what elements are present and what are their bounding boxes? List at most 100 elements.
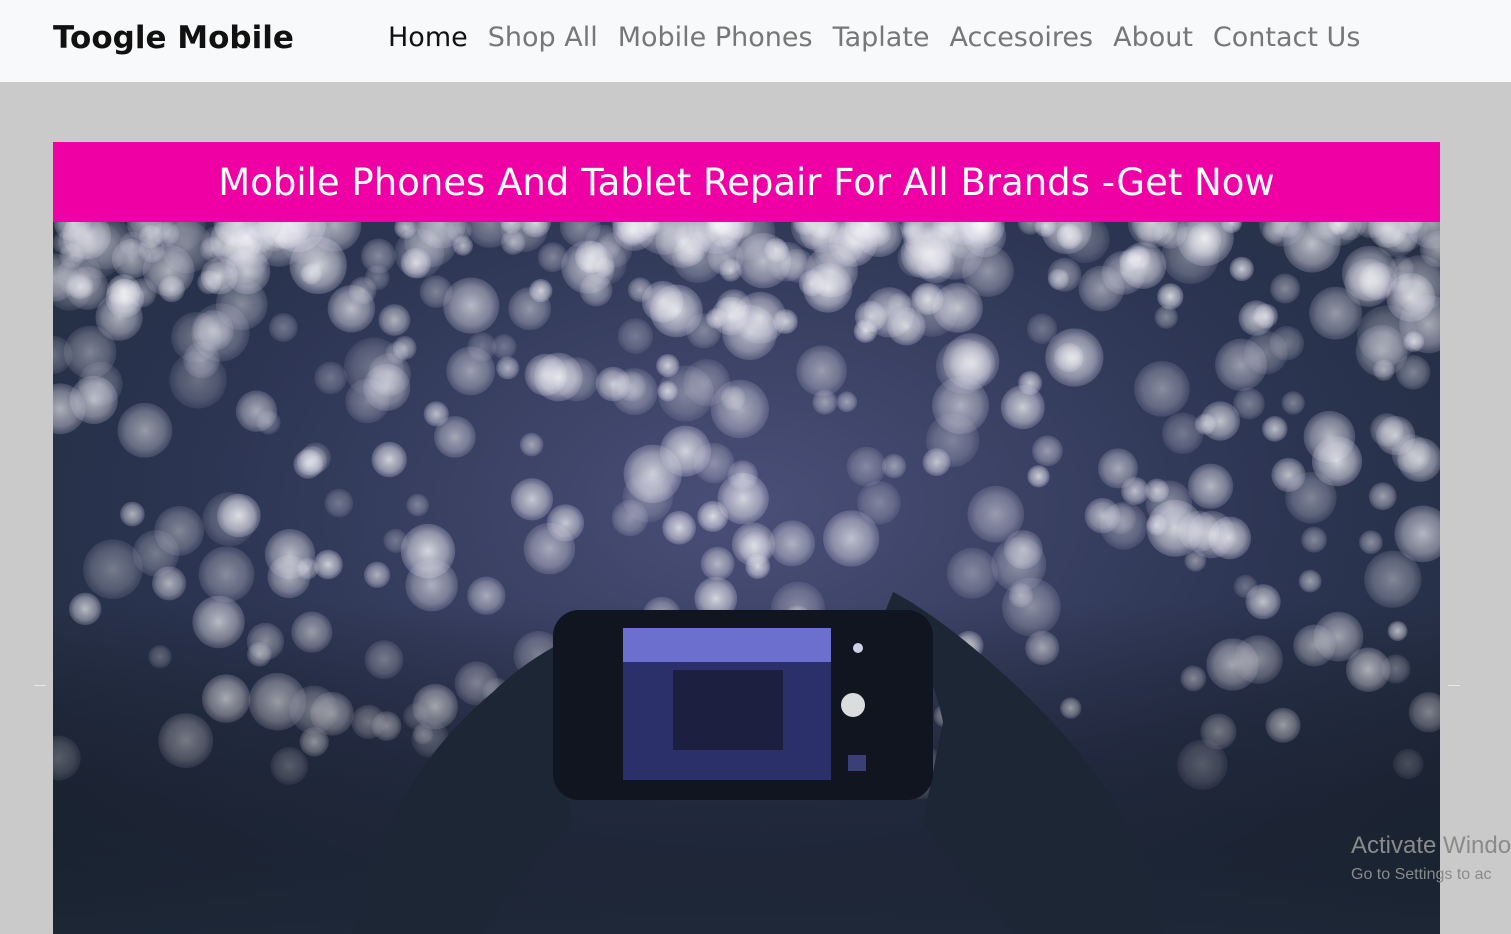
bokeh-light	[378, 304, 411, 336]
watermark-title: Activate Windo	[1351, 832, 1511, 859]
bokeh-light	[846, 446, 887, 487]
bokeh-light	[767, 241, 807, 282]
bokeh-light	[446, 346, 496, 396]
bokeh-light	[106, 274, 141, 309]
windows-activation-watermark: Activate Windo Go to Settings to ac	[1351, 832, 1511, 884]
bokeh-light	[1188, 463, 1234, 509]
bokeh-light	[739, 532, 772, 564]
bokeh-light	[78, 361, 123, 407]
bokeh-light	[1098, 448, 1138, 489]
brand-logo[interactable]: Toogle Mobile	[53, 20, 294, 56]
bokeh-light	[1184, 549, 1207, 572]
bokeh-light	[192, 310, 234, 351]
nav-link-accesoires[interactable]: Accesoires	[940, 22, 1104, 53]
bokeh-light	[595, 366, 631, 402]
bokeh-light	[1390, 271, 1413, 294]
nav-link-contact-us[interactable]: Contact Us	[1203, 22, 1370, 53]
bokeh-light	[769, 520, 816, 567]
promo-banner-text: Mobile Phones And Tablet Repair For All …	[218, 160, 1275, 204]
bokeh-light	[383, 528, 408, 553]
bokeh-light	[1301, 526, 1327, 553]
bokeh-light	[1262, 416, 1288, 442]
bokeh-light	[200, 236, 225, 262]
bokeh-light	[991, 537, 1047, 592]
bokeh-light	[1047, 257, 1082, 292]
bokeh-light	[1000, 385, 1045, 430]
bokeh-light	[697, 500, 729, 532]
nav-link-shop-all[interactable]: Shop All	[478, 22, 608, 53]
bokeh-light	[1311, 436, 1363, 487]
bokeh-light	[617, 318, 654, 354]
nav-link-home[interactable]: Home	[378, 22, 478, 53]
bokeh-light	[519, 432, 544, 457]
bokeh-light	[561, 240, 615, 294]
bokeh-light	[796, 345, 847, 397]
bokeh-light	[343, 337, 404, 398]
bokeh-light	[132, 530, 180, 577]
top-navbar: Toogle Mobile Home Shop All Mobile Phone…	[0, 0, 1511, 82]
bokeh-light	[1344, 258, 1393, 307]
bokeh-light	[1026, 313, 1058, 344]
bokeh-light	[400, 248, 431, 279]
bokeh-light	[363, 561, 391, 588]
bokeh-light	[1281, 391, 1305, 415]
bokeh-light	[853, 319, 878, 343]
promo-banner[interactable]: Mobile Phones And Tablet Repair For All …	[53, 142, 1440, 222]
bokeh-light	[1119, 248, 1143, 273]
bokeh-light	[297, 446, 327, 476]
bokeh-light	[1229, 256, 1254, 282]
bokeh-light	[662, 510, 696, 545]
hero-carousel-image	[53, 222, 1440, 934]
nav-links: Home Shop All Mobile Phones Taplate Acce…	[378, 22, 1370, 53]
bokeh-light	[1368, 482, 1397, 511]
carousel-next-button[interactable]	[1448, 685, 1460, 686]
bokeh-light	[1032, 435, 1063, 467]
bokeh-light	[700, 546, 735, 581]
bokeh-light	[268, 313, 298, 342]
bokeh-light	[1157, 283, 1184, 310]
bokeh-light	[727, 460, 758, 491]
bokeh-light	[1298, 569, 1322, 593]
bokeh-light	[1134, 361, 1190, 417]
bokeh-light	[510, 478, 554, 521]
bokeh-light	[1084, 497, 1121, 534]
bokeh-light	[881, 453, 907, 479]
bokeh-light	[371, 441, 407, 478]
bokeh-light	[120, 501, 145, 527]
bokeh-light	[803, 263, 853, 313]
bokeh-light	[857, 480, 901, 525]
nav-link-about[interactable]: About	[1103, 22, 1203, 53]
bokeh-light	[142, 244, 195, 297]
bokeh-light	[716, 289, 752, 324]
bokeh-light	[117, 402, 173, 458]
bokeh-light	[946, 547, 998, 599]
bokeh-light	[650, 284, 703, 338]
bokeh-light	[1027, 465, 1050, 488]
watermark-subtitle: Go to Settings to ac	[1351, 866, 1492, 883]
bokeh-light	[710, 379, 769, 439]
bokeh-light	[508, 287, 551, 331]
bokeh-light	[169, 351, 227, 409]
bokeh-light	[627, 277, 653, 302]
bokeh-light	[406, 493, 430, 517]
carousel-prev-button[interactable]	[34, 685, 46, 686]
bokeh-light	[1270, 273, 1301, 304]
bokeh-light	[905, 283, 959, 337]
nav-link-taplate[interactable]: Taplate	[823, 22, 940, 53]
bokeh-light	[434, 416, 476, 458]
bokeh-light	[1244, 330, 1288, 375]
bokeh-light	[198, 546, 255, 603]
bokeh-light	[256, 410, 281, 435]
bokeh-light	[443, 277, 500, 334]
bokeh-light	[1200, 401, 1240, 441]
bokeh-light	[1078, 265, 1125, 312]
bokeh-light	[313, 549, 343, 580]
bokeh-light	[1061, 222, 1110, 263]
bokeh-light	[314, 361, 347, 395]
bokeh-light	[836, 391, 858, 413]
bokeh-light	[1145, 480, 1193, 528]
bokeh-light	[1391, 434, 1431, 473]
bokeh-light	[491, 334, 517, 360]
nav-link-mobile-phones[interactable]: Mobile Phones	[608, 22, 823, 53]
bokeh-light	[660, 425, 711, 477]
